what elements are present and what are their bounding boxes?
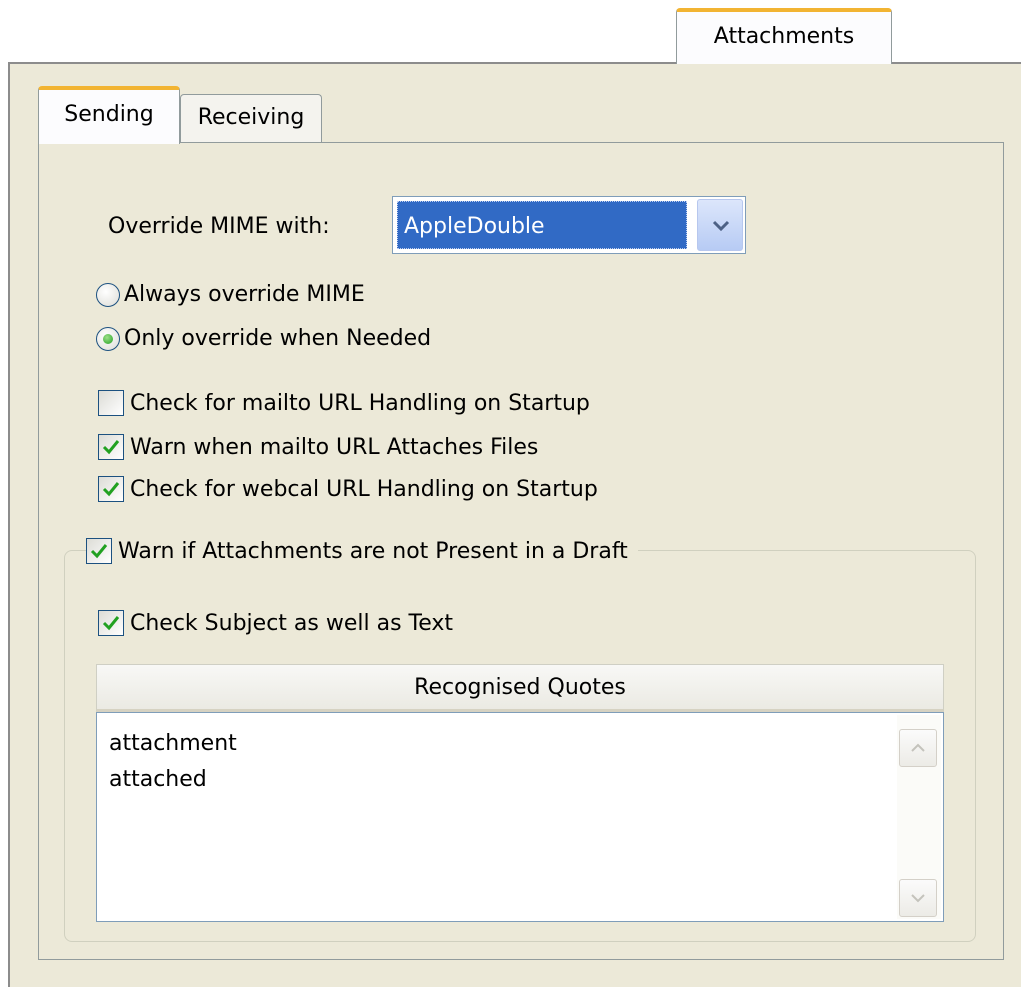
radio-always-override-label: Always override MIME: [124, 282, 365, 307]
checkbox-warn-draft-label: Warn if Attachments are not Present in a…: [118, 538, 628, 564]
checkbox-mailto-attaches-label: Warn when mailto URL Attaches Files: [130, 434, 539, 460]
override-mime-label: Override MIME with:: [108, 214, 330, 239]
tab-receiving-label: Receiving: [197, 105, 305, 130]
radio-button[interactable]: [96, 282, 120, 307]
radio-override-when-needed[interactable]: Only override when Needed: [96, 326, 431, 351]
checkbox[interactable]: [98, 610, 124, 636]
checkbox-mailto-startup-label: Check for mailto URL Handling on Startup: [130, 390, 590, 416]
override-mime-select[interactable]: AppleDouble: [392, 196, 746, 254]
scroll-down-button[interactable]: [899, 879, 937, 917]
chevron-up-icon: [911, 743, 925, 752]
tab-attachments[interactable]: Attachments: [676, 8, 892, 64]
checkbox-webcal-startup-label: Check for webcal URL Handling on Startup: [130, 476, 598, 502]
checkbox-webcal-startup[interactable]: Check for webcal URL Handling on Startup: [98, 476, 598, 502]
radio-always-override[interactable]: Always override MIME: [96, 282, 365, 307]
tab-sending[interactable]: Sending: [38, 86, 180, 144]
radio-button[interactable]: [96, 326, 120, 351]
checkbox[interactable]: [98, 434, 124, 460]
list-item[interactable]: attachment: [109, 731, 237, 756]
recognised-quotes-header[interactable]: Recognised Quotes: [96, 664, 944, 712]
checkmark-icon: [102, 482, 120, 497]
radio-override-when-needed-label: Only override when Needed: [124, 326, 432, 351]
checkbox-mailto-attaches[interactable]: Warn when mailto URL Attaches Files: [98, 434, 538, 460]
chevron-down-icon: [712, 220, 730, 232]
override-mime-value: AppleDouble: [397, 201, 687, 249]
tab-sending-label: Sending: [64, 102, 154, 127]
checkmark-icon: [102, 440, 120, 455]
chevron-down-icon: [911, 894, 925, 903]
tab-attachments-label: Attachments: [713, 24, 855, 49]
recognised-quotes-header-label: Recognised Quotes: [414, 675, 626, 700]
checkmark-icon: [90, 544, 108, 559]
checkbox[interactable]: [98, 476, 124, 502]
checkbox[interactable]: [86, 538, 112, 564]
checkbox-mailto-startup[interactable]: Check for mailto URL Handling on Startup: [98, 390, 590, 416]
recognised-quotes-list[interactable]: attachment attached: [96, 712, 944, 922]
checkmark-icon: [102, 616, 120, 631]
scroll-up-button[interactable]: [899, 729, 937, 767]
checkbox[interactable]: [98, 390, 124, 416]
checkbox-check-subject-label: Check Subject as well as Text: [130, 610, 454, 636]
checkbox-warn-draft[interactable]: Warn if Attachments are not Present in a…: [86, 538, 638, 564]
dropdown-button[interactable]: [697, 199, 743, 251]
list-item[interactable]: attached: [109, 767, 207, 792]
vertical-scrollbar[interactable]: [897, 715, 941, 919]
tab-receiving[interactable]: Receiving: [180, 94, 322, 142]
checkbox-check-subject[interactable]: Check Subject as well as Text: [98, 610, 453, 636]
